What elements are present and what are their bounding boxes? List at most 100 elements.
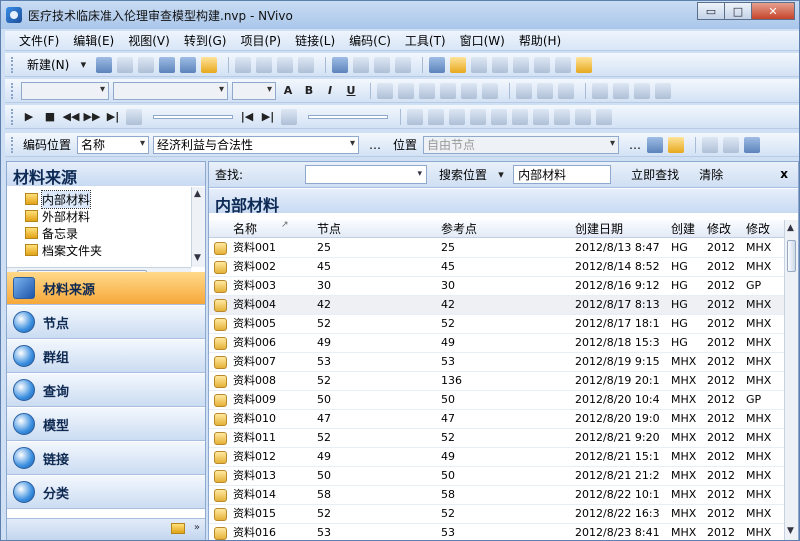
find-icon[interactable] <box>471 56 488 73</box>
new-button[interactable]: 新建(N) <box>27 56 69 73</box>
nav-button-models[interactable]: 模型 <box>7 408 205 441</box>
table-row[interactable]: 资料005 52 52 2012/8/17 18:1 HG 2012 MHX <box>209 315 784 334</box>
refresh-icon[interactable] <box>395 56 412 73</box>
table-icon[interactable] <box>407 108 423 125</box>
menu-code[interactable]: 编码(C) <box>349 32 391 49</box>
folder-icon[interactable] <box>171 523 185 534</box>
search-in-dropdown-icon[interactable]: ▾ <box>493 167 509 183</box>
chart-icon[interactable] <box>332 56 349 73</box>
chart-options-icon[interactable] <box>576 56 593 73</box>
list-vertical-scrollbar[interactable]: ▲ ▼ <box>784 220 798 540</box>
tree-item-externals[interactable]: 外部材料 <box>25 208 90 224</box>
font-size-combo[interactable] <box>232 81 276 100</box>
indent-icon[interactable] <box>537 82 553 99</box>
table-row[interactable]: 资料003 30 30 2012/8/16 9:12 HG 2012 GP <box>209 277 784 296</box>
navigation-view-icon[interactable] <box>450 56 467 73</box>
redo-icon[interactable] <box>374 56 391 73</box>
bold-button[interactable]: B <box>301 83 317 99</box>
table-row[interactable]: 资料016 53 53 2012/8/23 8:41 MHX 2012 MHX <box>209 524 784 540</box>
table-row[interactable]: 资料004 42 42 2012/8/17 8:13 HG 2012 MHX <box>209 296 784 315</box>
line-color-icon[interactable] <box>377 82 393 99</box>
volume-icon[interactable] <box>126 108 142 125</box>
table-row[interactable]: 资料006 49 49 2012/8/18 15:3 HG 2012 MHX <box>209 334 784 353</box>
filter-icon[interactable] <box>534 56 551 73</box>
column-insert-icon[interactable] <box>512 108 528 125</box>
font-color-icon[interactable]: A <box>280 83 296 99</box>
toolbar-grip[interactable] <box>11 82 15 99</box>
column-header-references[interactable]: 参考点 <box>441 220 477 237</box>
menu-edit[interactable]: 编辑(E) <box>73 32 114 49</box>
code-field-combo[interactable]: 名称 <box>77 135 150 154</box>
table-row[interactable]: 资料002 45 45 2012/8/14 8:52 HG 2012 MHX <box>209 258 784 277</box>
nav-button-sources[interactable]: 材料来源 <box>7 272 205 305</box>
clear-button[interactable]: 清除 <box>699 166 723 183</box>
toolbar-grip[interactable] <box>11 108 15 125</box>
new-dropdown-icon[interactable]: ▾ <box>75 57 91 73</box>
toolbar-grip[interactable] <box>11 136 15 153</box>
bullets-icon[interactable] <box>558 82 574 99</box>
menu-help[interactable]: 帮助(H) <box>519 32 561 49</box>
volume-slider[interactable] <box>308 114 388 119</box>
tree-item-case-folder[interactable]: 档案文件夹 <box>25 242 102 258</box>
menu-goto[interactable]: 转到(G) <box>184 32 227 49</box>
table-row[interactable]: 资料007 53 53 2012/8/19 9:15 MHX 2012 MHX <box>209 353 784 372</box>
zoom-in-icon[interactable] <box>592 82 608 99</box>
minimize-button[interactable]: ▭ <box>697 2 725 20</box>
search-in-label[interactable]: 搜索位置 <box>439 166 487 183</box>
column-header-name[interactable]: 名称 <box>233 220 257 237</box>
table-options-icon[interactable] <box>470 108 486 125</box>
table-row[interactable]: 资料012 49 49 2012/8/21 15:1 MHX 2012 MHX <box>209 448 784 467</box>
search-in-field[interactable]: 内部材料 <box>513 165 612 184</box>
menu-project[interactable]: 项目(P) <box>240 32 281 49</box>
fast-forward-icon[interactable]: ▶▶ <box>84 109 101 125</box>
paste-icon[interactable] <box>201 56 218 73</box>
scroll-up-icon[interactable]: ▲ <box>194 189 201 199</box>
column-header-modified-on[interactable]: 修改 <box>707 220 731 237</box>
scroll-thumb[interactable] <box>787 240 796 272</box>
grid-icon[interactable] <box>634 82 650 99</box>
tree-item-memos[interactable]: 备忘录 <box>25 225 78 241</box>
code-node-combo[interactable]: 经济利益与合法性 <box>153 135 360 154</box>
scroll-down-icon[interactable]: ▼ <box>194 253 201 263</box>
nvivo-app-icon[interactable] <box>6 7 22 23</box>
outdent-icon[interactable] <box>516 82 532 99</box>
font-family-combo[interactable] <box>113 81 228 100</box>
table-row[interactable]: 资料001 25 25 2012/8/13 8:47 HG 2012 MHX <box>209 239 784 258</box>
row-insert-icon[interactable] <box>491 108 507 125</box>
tree-item-internals[interactable]: 内部材料 <box>25 189 92 209</box>
close-find-button[interactable]: x <box>780 167 788 181</box>
table-row[interactable]: 资料010 47 47 2012/8/20 19:0 MHX 2012 MHX <box>209 410 784 429</box>
column-header-modified-by[interactable]: 修改 <box>746 220 770 237</box>
nav-button-classifications[interactable]: 分类 <box>7 476 205 509</box>
stop-icon[interactable]: ■ <box>42 109 58 125</box>
detail-view-icon[interactable] <box>429 56 446 73</box>
print-icon[interactable] <box>117 56 134 73</box>
underline-button[interactable]: U <box>343 83 359 99</box>
align-icon[interactable] <box>256 56 273 73</box>
layout-icon[interactable] <box>655 82 671 99</box>
nav-button-nodes[interactable]: 节点 <box>7 306 205 339</box>
sort-icon[interactable] <box>513 56 530 73</box>
tree-vertical-scrollbar[interactable]: ▲ ▼ <box>191 187 205 267</box>
column-header-created-by[interactable]: 创建 <box>671 220 695 237</box>
code-selection-icon[interactable] <box>647 136 664 153</box>
table-row[interactable]: 资料011 52 52 2012/8/21 9:20 MHX 2012 MHX <box>209 429 784 448</box>
align-left-icon[interactable] <box>419 82 435 99</box>
undo-icon[interactable] <box>353 56 370 73</box>
maximize-button[interactable]: □ <box>724 2 752 20</box>
column-header-created-on[interactable]: 创建日期 <box>575 220 623 237</box>
cut-icon[interactable] <box>159 56 176 73</box>
playback-slider[interactable] <box>153 114 233 119</box>
menu-window[interactable]: 窗口(W) <box>460 32 505 49</box>
position-combo[interactable]: 自由节点 <box>423 135 620 154</box>
justify-icon[interactable] <box>482 82 498 99</box>
find-next-icon[interactable] <box>492 56 509 73</box>
scroll-up-icon[interactable]: ▲ <box>787 223 794 233</box>
dash-icon[interactable] <box>277 56 294 73</box>
import-icon[interactable] <box>298 56 315 73</box>
nav-button-sets[interactable]: 群组 <box>7 340 205 373</box>
italic-button[interactable]: I <box>322 83 338 99</box>
table-row[interactable]: 资料013 50 50 2012/8/21 21:2 MHX 2012 MHX <box>209 467 784 486</box>
save-icon[interactable] <box>96 56 113 73</box>
coding-stripes-icon[interactable] <box>744 136 761 153</box>
